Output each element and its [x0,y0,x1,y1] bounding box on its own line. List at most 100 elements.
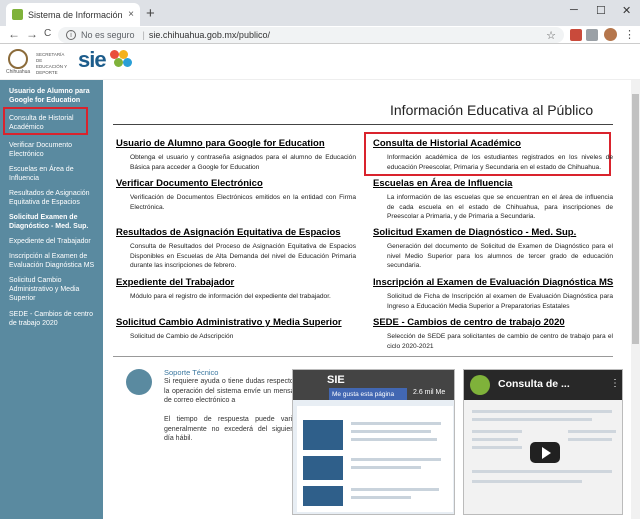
link-escuelas[interactable]: Escuelas en Área de Influencia [373,178,512,189]
sidebar-highlight-box [3,107,88,135]
play-button[interactable] [530,442,560,463]
sidebar-item-resultados[interactable]: Resultados de Asignación Equitativa de E… [9,189,101,207]
fb-like-label: Me gusta esta página [332,390,395,398]
preview-line [472,470,612,473]
info-icon[interactable]: i [66,30,76,40]
support-block: Soporte Técnico Si requiere ayuda o tien… [126,366,300,486]
favicon-icon [12,9,23,20]
play-icon [541,446,551,459]
extension-icon[interactable] [586,29,598,41]
video-menu-icon[interactable]: ⋮ [610,378,620,389]
separator: | [142,30,145,40]
desc-google-education: Obtenga el usuario y contraseña asignado… [130,154,356,171]
preview-block [303,486,343,506]
preview-block [303,456,343,480]
secretaria-label: SECRETARÍA DE EDUCACIÓN Y DEPORTE [36,52,68,75]
desc-resultados: Consulta de Resultados del Proceso de As… [130,243,356,269]
preview-line [472,446,522,449]
preview-line [351,422,441,425]
support-text-1: Si requiere ayuda o tiene dudas respecto… [164,378,300,404]
close-window-button[interactable]: ✕ [622,4,631,17]
preview-line [351,466,421,469]
browser-chrome: Sistema de Información Educativ × + ─ ☐ … [0,0,640,44]
sidebar: Usuario de Alumno para Google for Educat… [0,80,103,519]
desc-historial: Información académica de los estudiantes… [387,154,613,171]
preview-line [351,458,441,461]
preview-line [472,438,518,441]
support-text-2: El tiempo de respuesta puede variar, gen… [164,416,300,442]
preview-line [351,430,431,433]
facebook-widget[interactable]: SIE Me gusta esta página 2.6 mil Me [292,369,455,515]
link-historial[interactable]: Consulta de Historial Académico [373,138,521,149]
fb-like-count: 2.6 mil Me [413,389,446,396]
preview-line [568,430,616,433]
title-divider [113,124,613,125]
address-bar[interactable]: i No es seguro | sie.chihuahua.gob.mx/pu… [58,27,564,43]
fb-like-button[interactable]: Me gusta esta página [329,388,407,400]
back-button[interactable]: ← [8,27,20,41]
preview-line [568,438,612,441]
desc-escuelas: La información de las escuelas que se en… [387,194,613,220]
sidebar-item-cambio[interactable]: Solicitud Cambio Administrativo y Media … [9,276,101,303]
desc-inscripcion: Solicitud de Ficha de Inscripción al exa… [387,293,613,310]
page-title: Información Educativa al Público [390,102,594,118]
link-examen-diagnostico[interactable]: Solicitud Examen de Diagnóstico - Med. S… [373,227,576,238]
support-text: Si requiere ayuda o tiene dudas respecto… [164,377,300,444]
sie-logo-icon [110,50,134,70]
sidebar-item-inscripcion[interactable]: Inscripción al Examen de Evaluación Diag… [9,252,101,270]
minimize-button[interactable]: ─ [570,4,578,16]
scrollbar-thumb[interactable] [632,94,639,344]
desc-verificar: Verificación de Documentos Electrónicos … [130,194,356,211]
channel-avatar-icon [470,375,490,395]
link-sede[interactable]: SEDE - Cambios de centro de trabajo 2020 [373,317,565,328]
link-cambio[interactable]: Solicitud Cambio Administrativo y Media … [116,317,342,328]
security-label: No es seguro [81,30,135,40]
sidebar-item-verificar[interactable]: Verificar Documento Electrónico [9,141,101,159]
preview-line [351,488,439,491]
support-title: Soporte Técnico [164,368,219,377]
gobierno-label: Chihuahua [6,69,31,75]
sidebar-item-expediente[interactable]: Expediente del Trabajador [9,237,101,246]
sidebar-item-escuelas[interactable]: Escuelas en Área de Influencia [9,165,101,183]
fb-page-name[interactable]: SIE [327,374,345,386]
desc-expediente: Módulo para el registro de información d… [130,293,331,300]
preview-line [351,438,437,441]
maximize-button[interactable]: ☐ [596,4,606,17]
scrollbar[interactable] [631,80,640,519]
browser-menu-icon[interactable]: ⋮ [624,28,635,41]
reload-button[interactable]: C [44,28,51,39]
preview-line [472,410,612,413]
link-google-education[interactable]: Usuario de Alumno para Google for Educat… [116,138,325,149]
avatar[interactable] [604,28,617,41]
tab-title: Sistema de Información Educativ [28,9,124,20]
link-expediente[interactable]: Expediente del Trabajador [116,277,234,288]
url-text[interactable]: sie.chihuahua.gob.mx/publico/ [149,30,270,40]
gobierno-logo-icon [8,49,28,69]
sidebar-item-google-education[interactable]: Usuario de Alumno para Google for Educat… [9,87,101,105]
sidebar-item-sede[interactable]: SEDE - Cambios de centro de trabajo 2020 [9,310,101,328]
browser-tab[interactable]: Sistema de Información Educativ × [6,3,140,26]
link-verificar[interactable]: Verificar Documento Electrónico [116,178,263,189]
headset-icon [126,369,152,395]
link-inscripcion[interactable]: Inscripción al Examen de Evaluación Diag… [373,277,613,288]
tab-close-icon[interactable]: × [128,9,134,20]
tab-strip: Sistema de Información Educativ × + ─ ☐ … [0,0,640,26]
link-resultados[interactable]: Resultados de Asignación Equitativa de E… [116,227,341,238]
section-divider [113,356,613,357]
bookmark-star-icon[interactable]: ☆ [546,29,556,42]
sidebar-item-examen-diagnostico[interactable]: Solicitud Examen de Diagnóstico - Med. S… [9,213,101,231]
sie-logo[interactable]: sie [78,47,107,73]
forward-button[interactable]: → [26,27,38,41]
video-title[interactable]: Consulta de ... [498,378,570,390]
youtube-video[interactable]: Consulta de ... ⋮ [463,369,623,515]
preview-line [472,430,522,433]
browser-toolbar: ← → C i No es seguro | sie.chihuahua.gob… [0,26,640,44]
fb-widget-preview [297,406,453,512]
preview-block [303,420,343,450]
extension-icon[interactable] [570,29,582,41]
desc-cambio: Solicitud de Cambio de Adscripción [130,333,234,340]
new-tab-button[interactable]: + [146,5,155,22]
preview-line [472,418,592,421]
page: Chihuahua SECRETARÍA DE EDUCACIÓN Y DEPO… [0,44,640,519]
preview-line [472,480,582,483]
